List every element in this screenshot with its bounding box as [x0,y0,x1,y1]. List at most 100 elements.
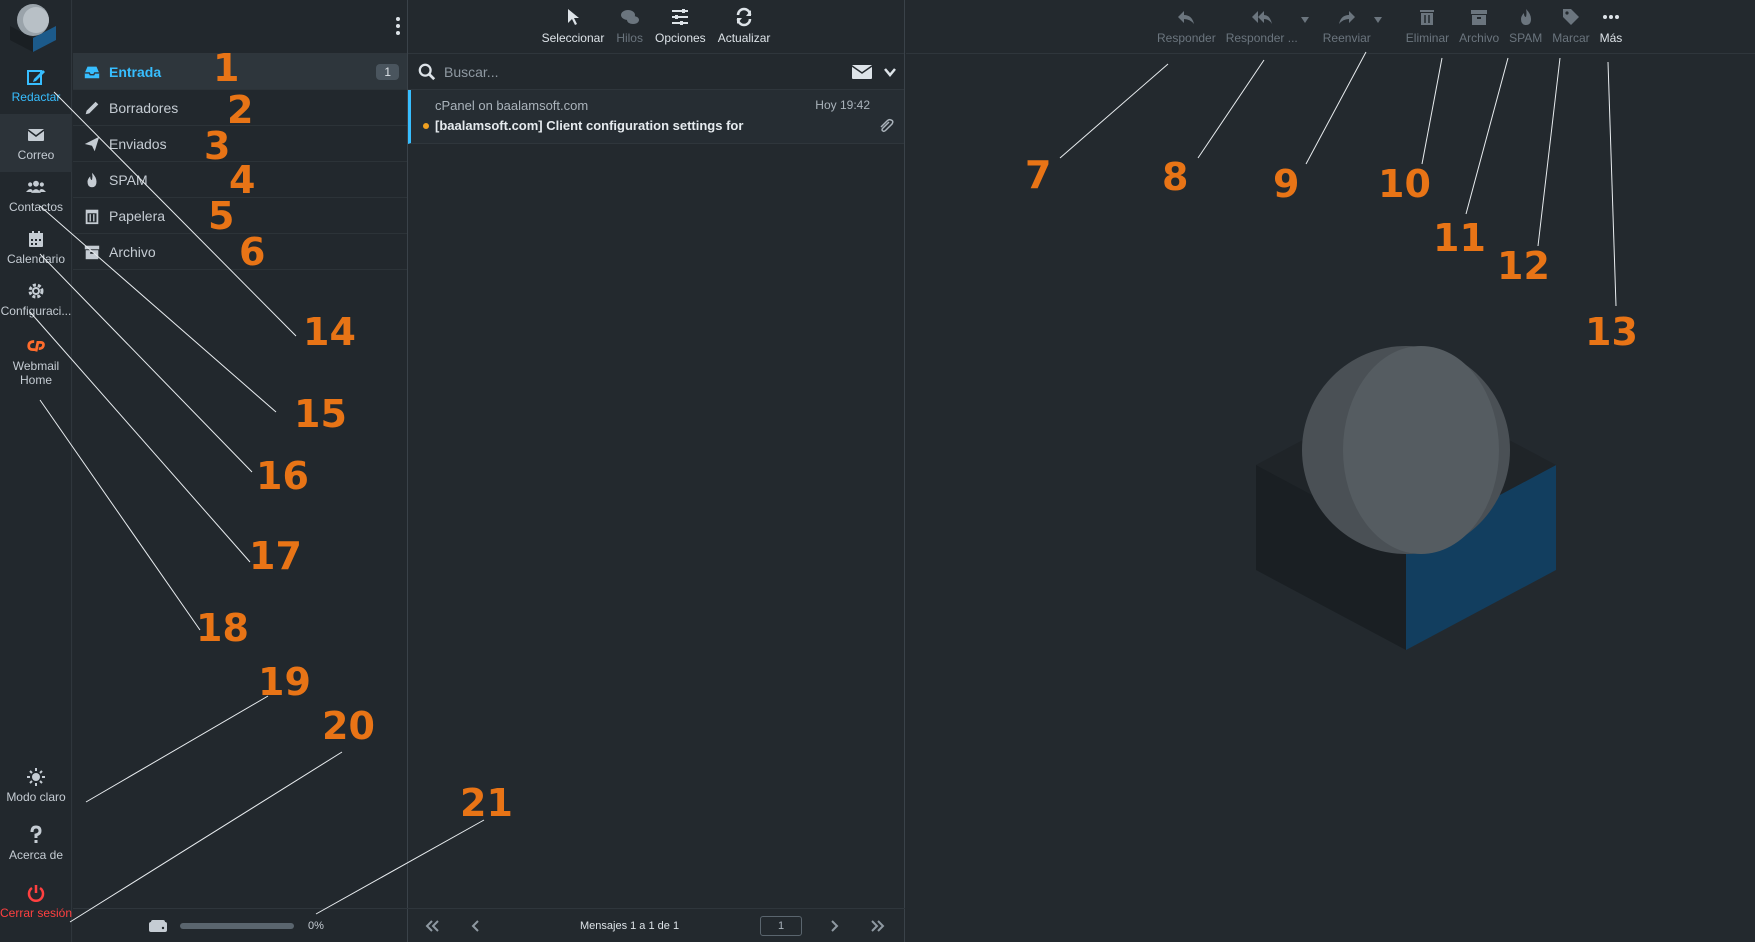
compose-button[interactable]: Redactar [0,56,72,114]
annotation-number: 20 [322,704,375,748]
archive-button[interactable]: Archivo [1459,7,1499,45]
forward-button[interactable]: Reenviar [1323,7,1371,45]
annotation-number: 1 [213,46,240,90]
reply-options-dropdown-icon[interactable] [1300,17,1309,23]
cpanel-icon [27,339,45,352]
envelope-icon[interactable] [852,65,872,79]
delete-button[interactable]: Eliminar [1406,7,1449,45]
mark-button[interactable]: Marcar [1552,7,1590,45]
quota-progress [180,922,294,929]
more-icon [1602,15,1619,19]
mail-icon [27,128,45,141]
webmail-home-button[interactable]: Webmail Home [0,326,72,396]
message-sender: cPanel on baalamsoft.com [435,98,589,113]
cursor-icon [567,9,579,25]
annotation-number: 18 [196,606,249,650]
threads-label: Hilos [616,31,643,45]
mail-button[interactable]: Correo [0,114,72,172]
sliders-icon [672,9,689,25]
preview-pane: Responder Responder ... Reenviar Elimina… [906,0,1755,942]
message-date: Hoy 19:42 [815,98,870,112]
left-navigation: Redactar Correo Contactos Calendario Con… [0,0,72,942]
annotation-number: 17 [249,534,302,578]
folder-trash[interactable]: Papelera [73,198,407,234]
annotation-number: 12 [1497,244,1550,288]
annotation-number: 21 [460,781,513,825]
folder-inbox[interactable]: Entrada 1 [73,54,407,90]
trash-icon [85,209,99,224]
search-bar[interactable]: Buscar... [408,54,904,90]
first-page-icon[interactable] [424,918,440,934]
search-input[interactable]: Buscar... [444,64,498,80]
tag-icon [1562,9,1579,25]
inbox-icon [84,66,100,78]
list-toolbar: Seleccionar Hilos Opciones Actualizar [408,0,904,54]
annotation-number: 16 [256,454,309,498]
send-icon [84,136,100,151]
contacts-label: Contactos [8,199,64,214]
chevron-down-icon[interactable] [884,66,896,78]
power-icon [27,884,45,902]
refresh-icon [736,7,752,27]
gear-icon [28,283,44,298]
annotation-number: 15 [294,392,347,436]
forward-options-dropdown-icon[interactable] [1373,17,1382,23]
annotation-number: 14 [303,310,356,354]
threads-button[interactable]: Hilos [616,7,643,45]
quota-bar: 0% [73,908,408,942]
folder-spam-label: SPAM [109,171,148,188]
contacts-icon [26,180,46,193]
roundcube-logo[interactable] [6,2,60,52]
message-subject: [baalamsoft.com] Client configuration se… [435,118,744,133]
annotation-number: 10 [1378,162,1431,206]
options-label: Opciones [654,31,706,45]
calendar-button[interactable]: Calendario [0,218,72,276]
spam-button[interactable]: SPAM [1509,7,1542,45]
about-button[interactable]: Acerca de [0,814,72,872]
last-page-icon[interactable] [870,918,886,934]
reply-label: Responder [1157,31,1216,45]
select-button[interactable]: Seleccionar [541,7,605,45]
annotation-number: 19 [258,660,311,704]
refresh-button[interactable]: Actualizar [718,7,770,45]
unread-dot-icon[interactable] [423,123,429,129]
kebab-menu-icon[interactable] [395,16,401,36]
folder-pane: Entrada 1 Borradores Enviados SPAM Papel… [73,0,408,942]
quota-text: 0% [308,919,324,932]
settings-label: Configuraci... [0,303,72,318]
settings-button[interactable]: Configuraci... [0,270,72,328]
annotation-number: 7 [1025,153,1052,197]
compose-label: Redactar [11,89,61,104]
contacts-button[interactable]: Contactos [0,166,72,224]
select-label: Seleccionar [541,31,605,45]
reply-all-button[interactable]: Responder ... [1226,7,1298,45]
message-row[interactable]: cPanel on baalamsoft.com Hoy 19:42 [baal… [408,90,904,144]
mail-label: Correo [17,147,55,162]
previous-page-icon[interactable] [468,918,484,934]
reply-button[interactable]: Responder [1157,7,1216,45]
search-icon [418,63,436,81]
more-button[interactable]: Más [1600,7,1622,45]
logout-button[interactable]: Cerrar sesión [0,872,72,930]
mark-label: Marcar [1552,31,1590,45]
annotation-number: 11 [1433,216,1486,260]
threads-icon [620,10,639,24]
message-count-text: Mensajes 1 a 1 de 1 [580,920,680,932]
roundcube-watermark-logo [1256,346,1556,650]
calendar-label: Calendario [6,251,66,266]
about-label: Acerca de [8,847,64,862]
annotation-number: 6 [239,230,266,274]
options-button[interactable]: Opciones [655,7,706,45]
page-number-input[interactable]: 1 [760,916,802,936]
annotation-number: 13 [1585,310,1638,354]
reply-all-label: Responder ... [1225,31,1298,45]
folder-sent-label: Enviados [109,135,167,152]
light-mode-label: Modo claro [6,789,66,804]
folder-header [73,0,407,54]
folder-archive-label: Archivo [109,243,156,260]
flame-icon [87,172,97,187]
next-page-icon[interactable] [826,918,842,934]
unread-count-badge: 1 [376,64,399,80]
annotation-number: 2 [227,88,254,132]
light-mode-button[interactable]: Modo claro [0,756,72,814]
